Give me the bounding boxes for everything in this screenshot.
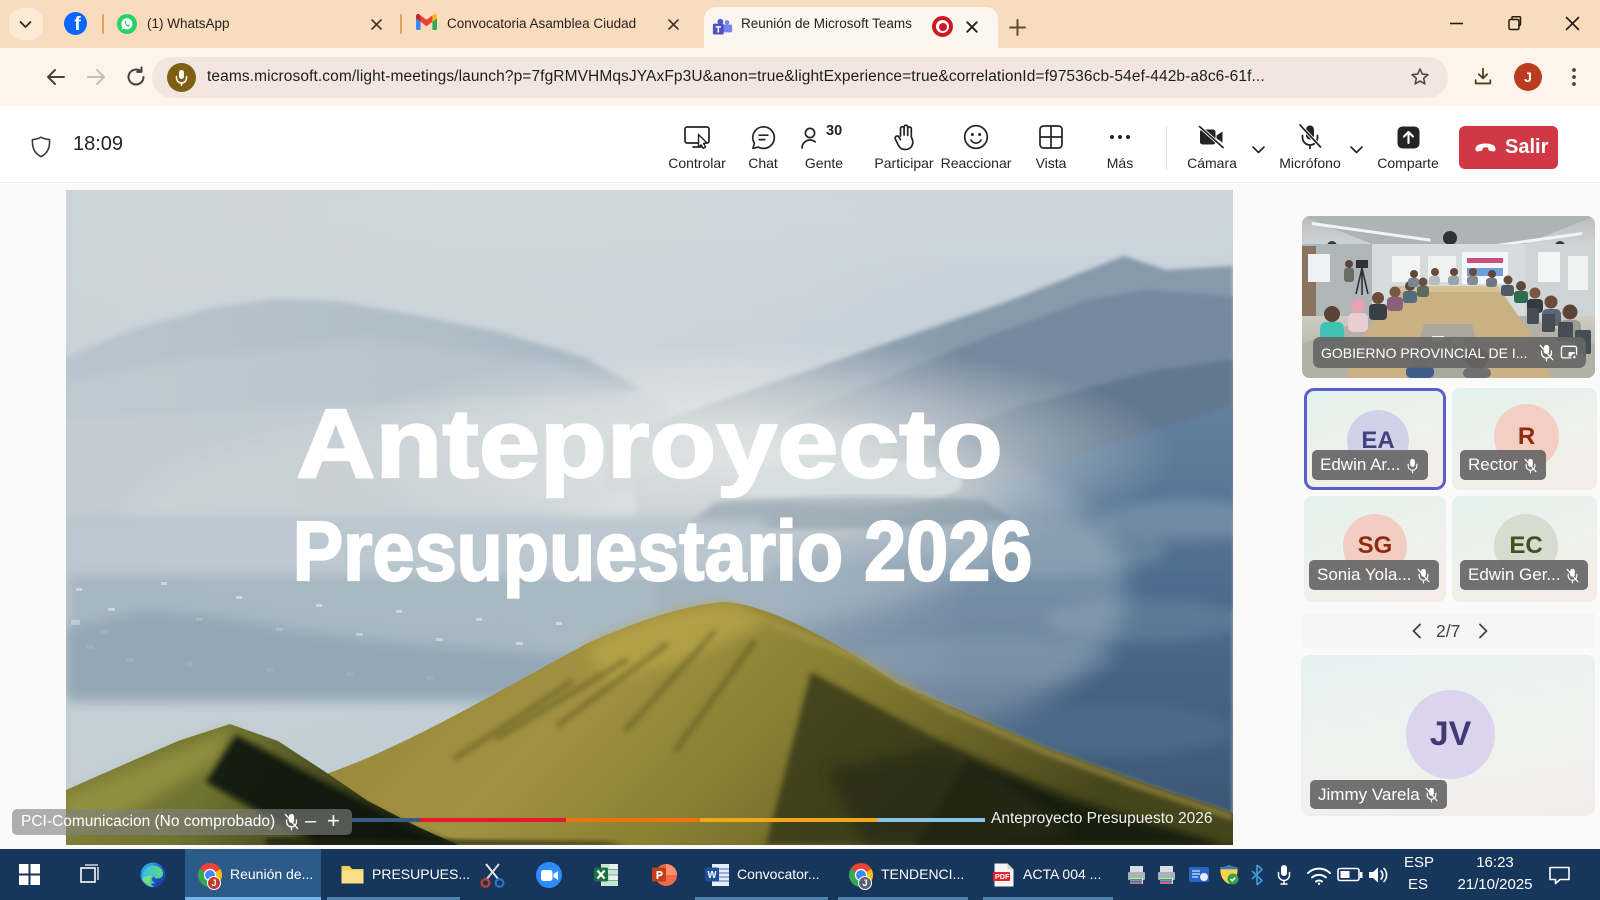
svg-text:PDF: PDF — [995, 872, 1010, 881]
